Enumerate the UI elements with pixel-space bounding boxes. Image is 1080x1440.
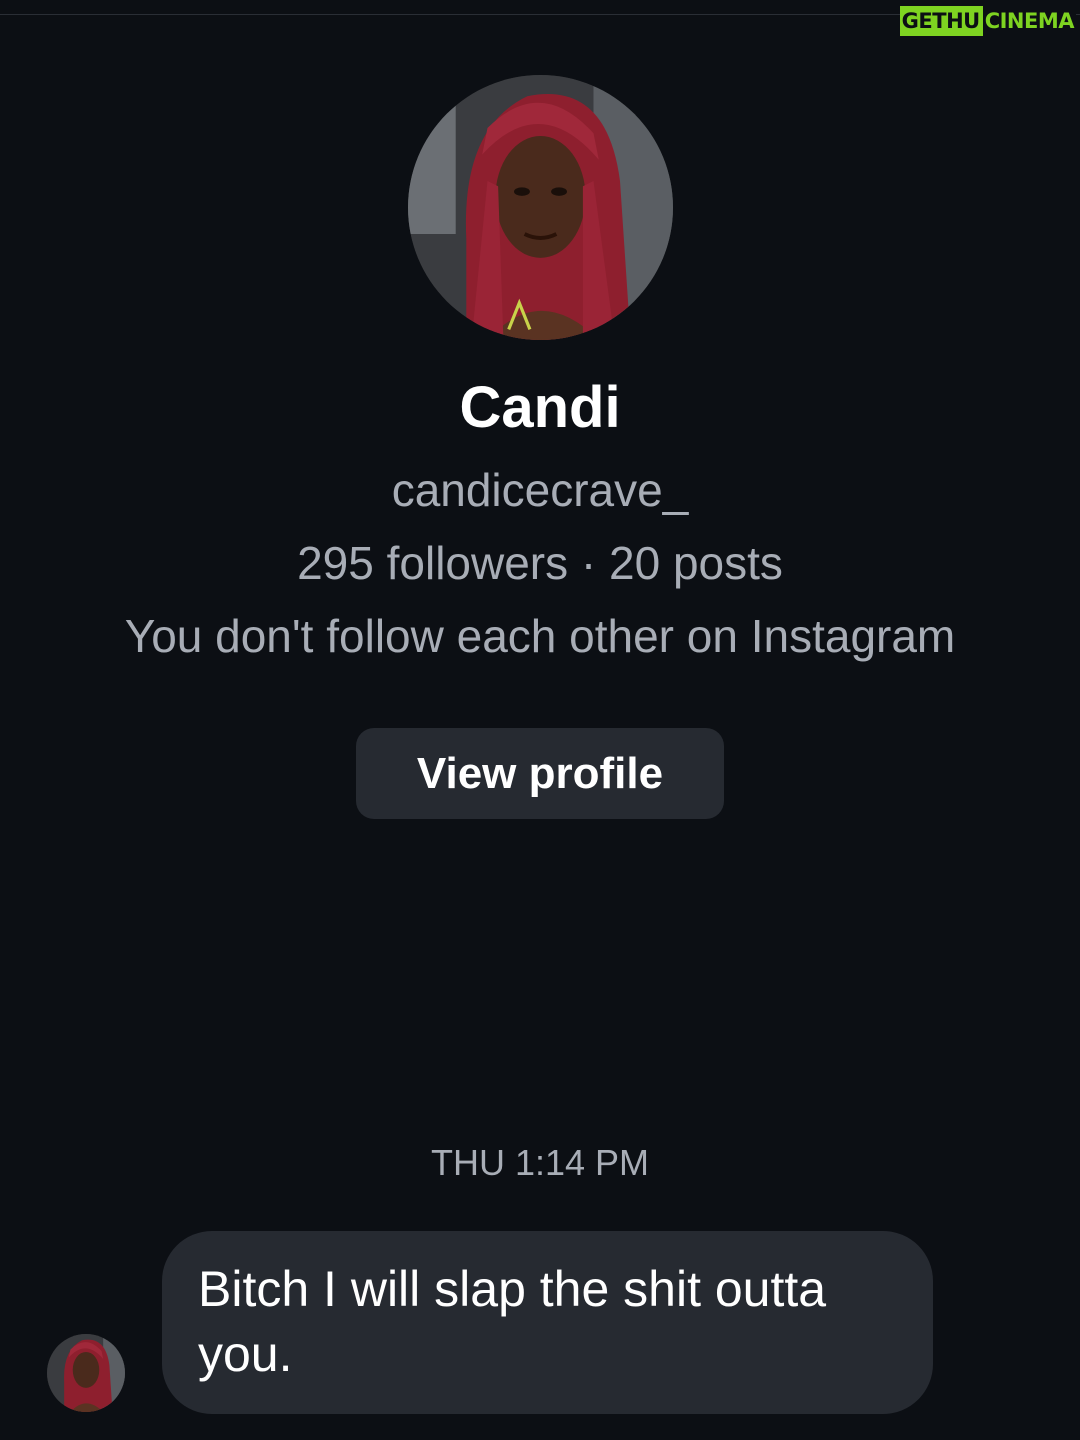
watermark-right-text: CINEMA bbox=[982, 6, 1076, 36]
watermark-logo: GETHU CINEMA bbox=[899, 6, 1076, 36]
mutual-follow-note: You don't follow each other on Instagram bbox=[124, 610, 956, 662]
profile-username: candicecrave_ bbox=[391, 464, 689, 516]
view-profile-button[interactable]: View profile bbox=[356, 728, 724, 819]
message-timestamp: THU 1:14 PM bbox=[430, 1142, 650, 1183]
profile-stats: 295 followers · 20 posts bbox=[297, 537, 783, 589]
watermark-left-text: GETHU bbox=[899, 6, 983, 36]
message-text: Bitch I will slap the shit outta you. bbox=[198, 1261, 827, 1382]
message-bubble[interactable]: Bitch I will slap the shit outta you. bbox=[162, 1231, 933, 1414]
sender-avatar[interactable] bbox=[47, 1334, 125, 1412]
profile-photo-icon bbox=[408, 75, 673, 340]
profile-display-name: Candi bbox=[459, 375, 621, 440]
profile-avatar[interactable] bbox=[408, 75, 673, 340]
sender-photo-icon bbox=[47, 1334, 125, 1412]
